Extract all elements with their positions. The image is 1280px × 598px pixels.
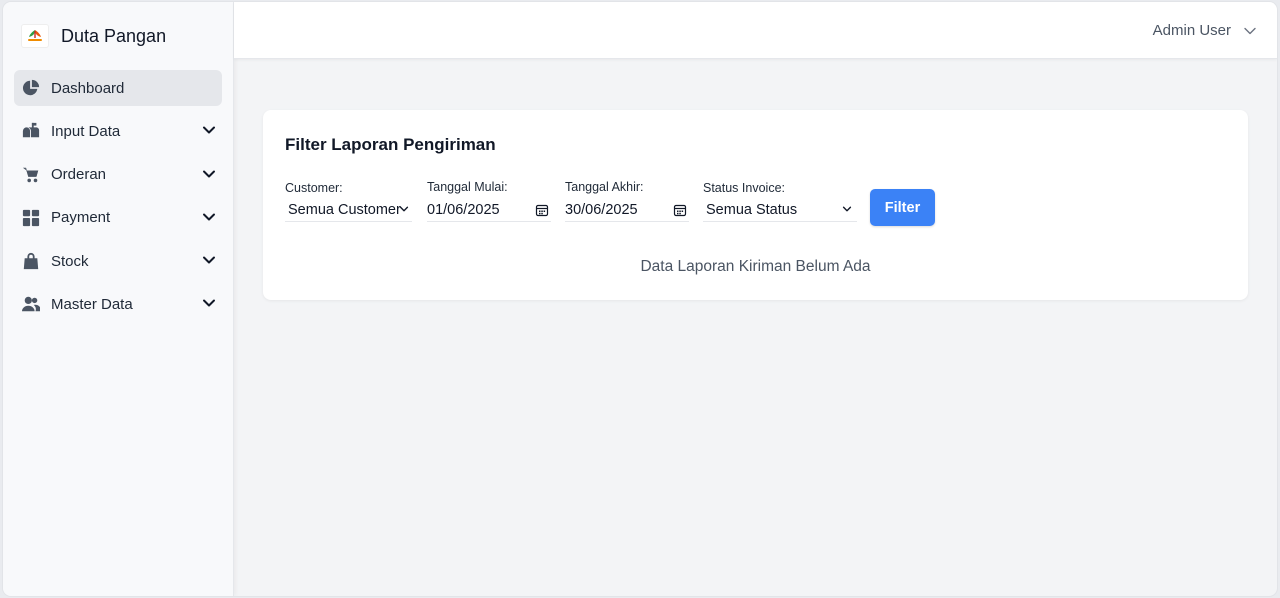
start-date-label: Tanggal Mulai: (427, 180, 508, 194)
sidebar-item-dashboard[interactable]: Dashboard (14, 70, 222, 106)
sidebar-nav: Dashboard Input Data Orderan Payment Sto… (14, 70, 222, 330)
page-title: Filter Laporan Pengiriman (285, 135, 496, 154)
chevron-down-icon (202, 123, 216, 137)
grid-icon (22, 209, 40, 227)
sidebar-item-label: Dashboard (51, 79, 125, 97)
mailbox-icon (22, 122, 40, 140)
status-field: Status Invoice: (703, 181, 785, 195)
sidebar-item-input-data[interactable]: Input Data (14, 113, 222, 149)
calendar-icon[interactable] (673, 203, 687, 217)
brand-name: Duta Pangan (61, 25, 167, 46)
sidebar-item-label: Payment (51, 209, 111, 227)
chevron-down-icon (841, 203, 855, 217)
brand-logo (21, 24, 49, 48)
chevron-down-icon (202, 167, 216, 181)
end-date-input[interactable]: 30/06/2025 (565, 198, 689, 222)
customer-field: Customer: (285, 181, 343, 195)
customer-select-value: Semua Customer (288, 201, 401, 218)
report-filter-card: Filter Laporan Pengiriman Customer: Semu… (263, 110, 1248, 300)
chevron-down-icon (398, 203, 412, 217)
customer-select[interactable]: Semua Customer (285, 198, 412, 222)
sidebar-item-master-data[interactable]: Master Data (14, 286, 222, 322)
sidebar-item-payment[interactable]: Payment (14, 200, 222, 236)
chevron-down-icon (1243, 24, 1257, 38)
status-label: Status Invoice: (703, 181, 785, 195)
brand[interactable]: Duta Pangan (21, 24, 166, 48)
user-name: Admin User (1152, 22, 1231, 39)
pie-chart-icon (22, 79, 40, 97)
end-date-label: Tanggal Akhir: (565, 180, 644, 194)
start-date-input[interactable]: 01/06/2025 (427, 198, 551, 222)
sidebar-item-label: Orderan (51, 166, 107, 184)
status-select-value: Semua Status (706, 201, 798, 218)
shopping-bag-icon (22, 252, 40, 270)
chevron-down-icon (202, 296, 216, 310)
topbar: Admin User (234, 2, 1277, 59)
user-menu[interactable]: Admin User (1153, 22, 1257, 39)
start-date-value: 01/06/2025 (427, 201, 500, 218)
sidebar-item-label: Master Data (51, 295, 133, 313)
sidebar: Duta Pangan Dashboard Input Data Orderan… (3, 2, 234, 596)
start-date-field: Tanggal Mulai: (427, 180, 508, 194)
cart-icon (22, 166, 40, 184)
app-window: Duta Pangan Dashboard Input Data Orderan… (3, 2, 1277, 596)
customer-label: Customer: (285, 181, 343, 195)
status-select[interactable]: Semua Status (703, 198, 857, 222)
sidebar-item-label: Stock (51, 252, 89, 270)
chevron-down-icon (202, 210, 216, 224)
calendar-icon[interactable] (535, 203, 549, 217)
end-date-field: Tanggal Akhir: (565, 180, 644, 194)
end-date-value: 30/06/2025 (565, 201, 638, 218)
sidebar-item-orderan[interactable]: Orderan (14, 157, 222, 193)
sidebar-item-label: Input Data (51, 122, 121, 140)
users-icon (22, 295, 40, 313)
empty-state-message: Data Laporan Kiriman Belum Ada (640, 258, 871, 275)
chevron-down-icon (202, 253, 216, 267)
sidebar-item-stock[interactable]: Stock (14, 243, 222, 279)
filter-button[interactable]: Filter (870, 189, 935, 226)
